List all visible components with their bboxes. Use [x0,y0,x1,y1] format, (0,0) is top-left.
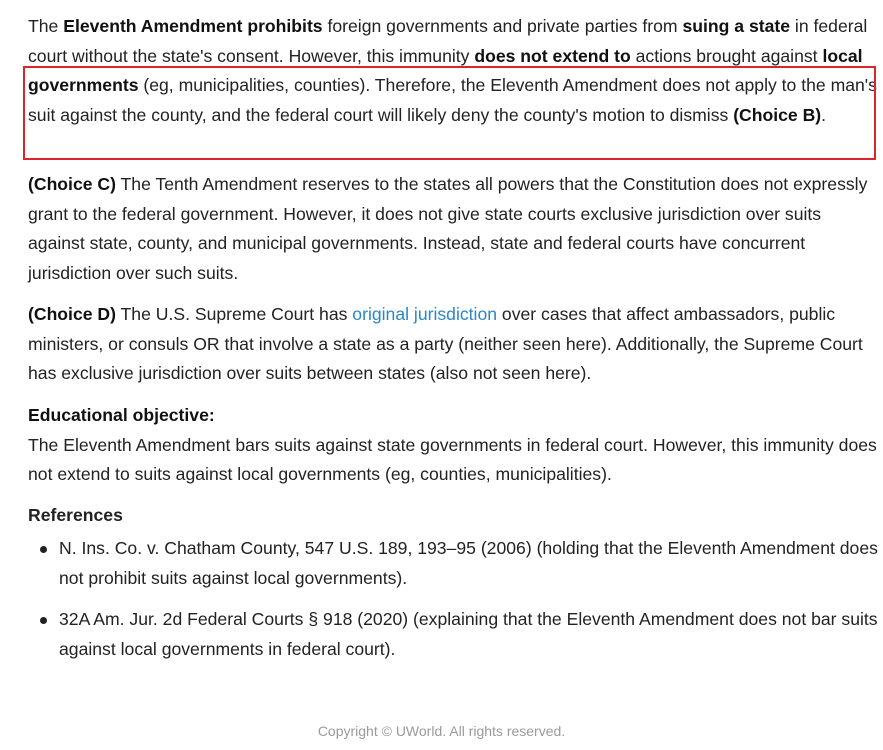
references-list: N. Ins. Co. v. Chatham County, 547 U.S. … [28,534,878,676]
references-heading: References [28,505,123,525]
reference-text: N. Ins. Co. v. Chatham County, 547 U.S. … [59,538,878,588]
text: foreign governments and private parties … [322,16,683,36]
text: The [28,16,64,36]
original-jurisdiction-link[interactable]: original jurisdiction [352,304,497,324]
bullet-icon [40,617,47,625]
objective-text: The Eleventh Amendment bars suits agains… [28,434,877,485]
educational-objective: Educational objective: The Eleventh Amen… [28,401,878,490]
choice-c-text: The Tenth Amendment reserves to the stat… [28,174,868,283]
reference-item: 32A Am. Jur. 2d Federal Courts § 918 (20… [28,605,878,664]
text: actions brought against [630,45,823,66]
bold-text: Eleventh Amendment prohibits [63,16,323,36]
text: The U.S. Supreme Court has [115,304,353,324]
reference-text: 32A Am. Jur. 2d Federal Courts § 918 (20… [59,609,878,659]
choice-c-paragraph: (Choice C) The Tenth Amendment reserves … [28,170,878,288]
objective-heading: Educational objective: [28,405,215,425]
bold-text: suing a state [682,16,791,36]
choice-c-label: (Choice C) [28,174,116,194]
highlight-box [23,66,876,160]
choice-d-label: (Choice D) [28,304,116,324]
bold-text: does not extend to [474,45,631,66]
bullet-icon [40,546,47,553]
copyright-footer: Copyright © UWorld. All rights reserved. [317,723,566,739]
reference-item: N. Ins. Co. v. Chatham County, 547 U.S. … [28,534,878,593]
choice-d-paragraph: (Choice D) The U.S. Supreme Court has or… [28,300,878,389]
